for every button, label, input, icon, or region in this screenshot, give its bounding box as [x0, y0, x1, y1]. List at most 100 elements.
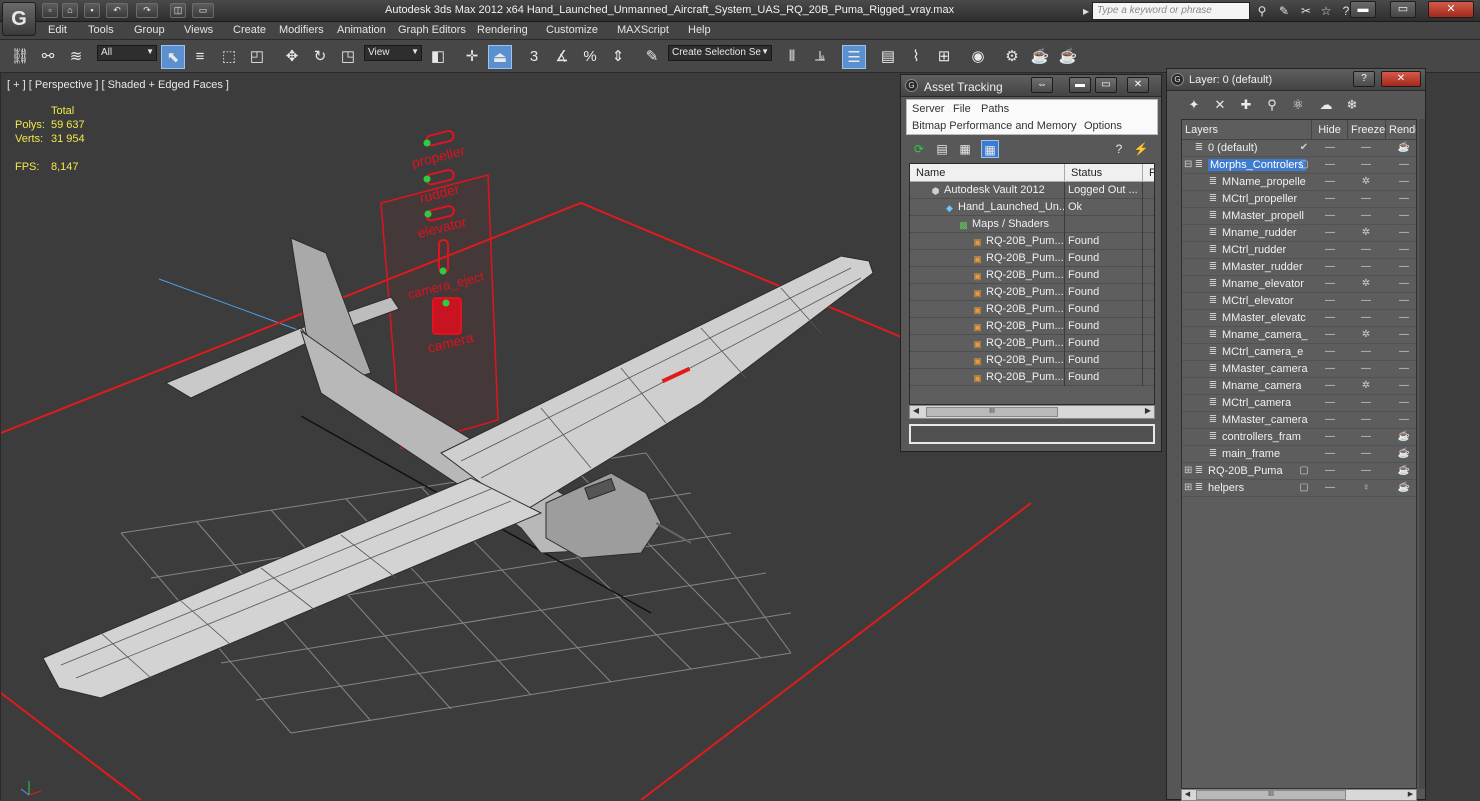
expand-icon[interactable]: ⊞	[1184, 482, 1192, 493]
keyboard-shortcut-override-icon[interactable]: ⏏	[488, 45, 512, 69]
asset-row[interactable]: ▣ RQ-20B_Pum... Found	[910, 335, 1154, 352]
freeze-toggle[interactable]: —	[1356, 261, 1376, 272]
make-current-box-icon[interactable]: ▢	[1298, 159, 1310, 170]
hide-toggle[interactable]: —	[1320, 380, 1340, 391]
menu-server[interactable]: Server	[912, 103, 944, 115]
hide-all-icon[interactable]: ☁	[1317, 96, 1335, 114]
layer-name[interactable]: controllers_fram	[1222, 431, 1301, 443]
asset-row[interactable]: ▣ RQ-20B_Pum... Found	[910, 318, 1154, 335]
layer-manager-icon[interactable]: ☰	[842, 45, 866, 69]
rectangular-selection-icon[interactable]: ⬚	[217, 45, 241, 69]
menu-graph-editors[interactable]: Graph Editors	[398, 24, 466, 36]
hide-toggle[interactable]: —	[1320, 465, 1340, 476]
table-view-icon[interactable]: ▦	[981, 140, 999, 158]
freeze-toggle[interactable]: —	[1356, 142, 1376, 153]
layer-row[interactable]: ≣ MName_propelle — ✲ —	[1182, 174, 1416, 191]
asset-row[interactable]: ▣ RQ-20B_Pum... Found	[910, 301, 1154, 318]
snowflake-icon[interactable]: ✲	[1356, 278, 1376, 289]
open-file-icon[interactable]: ⌂	[62, 3, 78, 18]
curve-editor-icon[interactable]: ⌇	[904, 45, 928, 69]
menu-group[interactable]: Group	[134, 24, 165, 36]
freeze-toggle[interactable]: —	[1356, 210, 1376, 221]
window-crossing-icon[interactable]: ◰	[245, 45, 269, 69]
asset-row[interactable]: ⬢ Autodesk Vault 2012 Logged Out ...	[910, 182, 1154, 199]
layer-name[interactable]: MCtrl_camera_e	[1222, 346, 1303, 358]
viewport-label[interactable]: [ + ] [ Perspective ] [ Shaded + Edged F…	[7, 79, 229, 91]
select-in-layer-icon[interactable]: ⚲	[1263, 96, 1281, 114]
make-current-box-icon[interactable]: ▢	[1298, 482, 1310, 493]
horizontal-scrollbar[interactable]: ◀ III ▶	[909, 405, 1155, 419]
scroll-thumb[interactable]: III	[1196, 790, 1346, 800]
column-header-render[interactable]: Rende	[1386, 120, 1416, 140]
layer-name[interactable]: main_frame	[1222, 448, 1280, 460]
freeze-toggle[interactable]: —	[1356, 431, 1376, 442]
bind-space-warp-icon[interactable]: ≋	[64, 45, 88, 69]
active-layer-check-icon[interactable]: ✔	[1298, 142, 1310, 153]
layer-row[interactable]: ≣ Mname_rudder — ✲ —	[1182, 225, 1416, 242]
layer-name[interactable]: Mname_rudder	[1222, 227, 1297, 239]
menu-paths[interactable]: Paths	[981, 103, 1009, 115]
asset-row[interactable]: ▣ RQ-20B_Pum... Found	[910, 267, 1154, 284]
app-logo-icon[interactable]: G	[2, 2, 36, 36]
horizontal-scrollbar[interactable]: ◀ III ▶	[1181, 789, 1417, 801]
layer-name[interactable]: MCtrl_elevator	[1222, 295, 1294, 307]
angle-snap-icon[interactable]: ∡	[550, 45, 574, 69]
layer-row[interactable]: ≣ MMaster_propell — — —	[1182, 208, 1416, 225]
rendered-frame-window-icon[interactable]: ☕	[1028, 45, 1052, 69]
scroll-left-icon[interactable]: ◀	[1182, 790, 1193, 800]
rotate-icon[interactable]: ↻	[308, 45, 332, 69]
menu-customize[interactable]: Customize	[546, 24, 598, 36]
layer-row[interactable]: ≣ 0 (default) ✔ — — ☕	[1182, 140, 1416, 157]
refresh-icon[interactable]: ⟳	[910, 140, 928, 158]
layer-name[interactable]: Mname_elevator	[1222, 278, 1304, 290]
hide-toggle[interactable]: —	[1320, 210, 1340, 221]
freeze-toggle[interactable]: —	[1356, 244, 1376, 255]
layer-name[interactable]: Mname_camera	[1222, 380, 1301, 392]
layer-row[interactable]: ≣ MMaster_camera — — —	[1182, 361, 1416, 378]
hide-toggle[interactable]: —	[1320, 159, 1340, 170]
asset-row[interactable]: ▣ RQ-20B_Pum... Found	[910, 369, 1154, 386]
hide-toggle[interactable]: —	[1320, 482, 1340, 493]
spinner-snap-icon[interactable]: ⇕	[606, 45, 630, 69]
layer-row[interactable]: ≣ MCtrl_elevator — — —	[1182, 293, 1416, 310]
freeze-toggle[interactable]: —	[1356, 397, 1376, 408]
menu-create[interactable]: Create	[233, 24, 266, 36]
layer-row[interactable]: ≣ MCtrl_camera — — —	[1182, 395, 1416, 412]
freeze-toggle[interactable]: —	[1356, 312, 1376, 323]
column-header-name[interactable]: Name	[910, 164, 1065, 182]
asset-row[interactable]: ▣ RQ-20B_Pum... Found	[910, 250, 1154, 267]
hide-toggle[interactable]: —	[1320, 397, 1340, 408]
snowflake-icon[interactable]: ✲	[1356, 380, 1376, 391]
freeze-toggle[interactable]: —	[1356, 193, 1376, 204]
close-icon[interactable]: ✕	[1381, 71, 1421, 87]
select-manipulate-icon[interactable]: ✛	[460, 45, 484, 69]
collapse-icon[interactable]: ⊟	[1184, 159, 1192, 170]
select-by-name-icon[interactable]: ≡	[188, 45, 212, 69]
mirror-icon[interactable]: ⫴	[780, 45, 804, 69]
search-input[interactable]: Type a keyword or phrase	[1092, 2, 1250, 20]
new-file-icon[interactable]: ▫	[42, 3, 58, 18]
snowflake-icon[interactable]: ✲	[1356, 227, 1376, 238]
menu-options[interactable]: Options	[1084, 120, 1122, 132]
layer-name[interactable]: MCtrl_propeller	[1222, 193, 1297, 205]
hide-toggle[interactable]: —	[1320, 329, 1340, 340]
layer-row[interactable]: ≣ MMaster_camera — — —	[1182, 412, 1416, 429]
layer-row[interactable]: ≣ MCtrl_camera_e — — —	[1182, 344, 1416, 361]
minimize-icon[interactable]: ▬	[1069, 77, 1091, 93]
dock-arrows-icon[interactable]: ⇔	[1031, 77, 1053, 93]
menu-views[interactable]: Views	[184, 24, 213, 36]
snowflake-icon[interactable]: ✲	[1356, 176, 1376, 187]
align-icon[interactable]: ⫡	[808, 45, 832, 69]
layer-name[interactable]: Morphs_Controlers	[1208, 159, 1306, 171]
subscription-icon[interactable]: ✎	[1276, 3, 1292, 19]
hide-toggle[interactable]: —	[1320, 278, 1340, 289]
binoculars-icon[interactable]: ⚲	[1254, 3, 1270, 19]
material-editor-icon[interactable]: ◉	[966, 45, 990, 69]
menu-bitmap-performance[interactable]: Bitmap Performance and Memory	[912, 120, 1076, 132]
layer-row[interactable]: ≣ MMaster_elevatc — — —	[1182, 310, 1416, 327]
unlink-icon[interactable]: ⚯	[36, 45, 60, 69]
layer-panel-titlebar[interactable]: G Layer: 0 (default) ? ✕	[1167, 69, 1425, 91]
asset-tracking-titlebar[interactable]: G Asset Tracking ⇔ ▬ ▭ ✕	[901, 75, 1161, 97]
render-production-icon[interactable]: ☕	[1056, 45, 1080, 69]
freeze-toggle[interactable]: —	[1356, 295, 1376, 306]
